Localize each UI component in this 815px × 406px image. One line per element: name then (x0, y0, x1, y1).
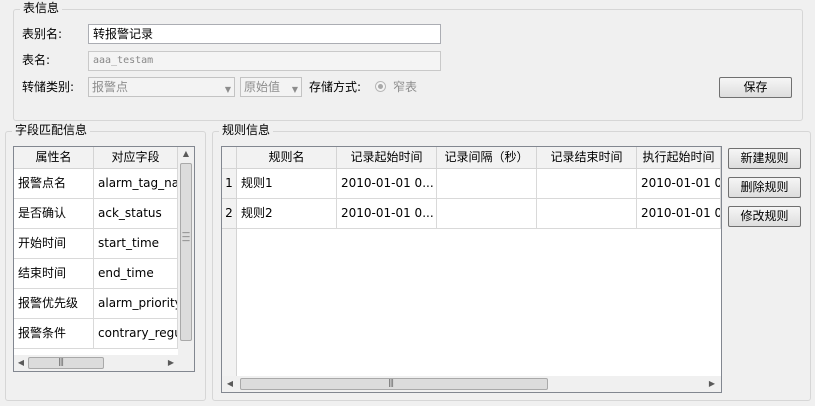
field-match-title: 字段匹配信息 (12, 123, 91, 137)
value-select-value: 原始值 (244, 80, 281, 94)
storage-radio (375, 81, 386, 92)
table-cell[interactable] (437, 199, 537, 229)
scrollbar-thumb[interactable] (240, 378, 548, 390)
scroll-left-icon[interactable]: ◀ (225, 379, 235, 388)
table-cell[interactable]: 开始时间 (14, 229, 94, 259)
grip-icon: ||| (58, 357, 64, 366)
table-cell[interactable] (537, 169, 637, 199)
table-cell[interactable]: 规则1 (237, 169, 337, 199)
table-cell[interactable]: 2010-01-01 0... (337, 199, 437, 229)
column-header[interactable]: 执行起始时间 (637, 147, 721, 169)
table-cell[interactable]: 2010-01-01 0... (637, 169, 721, 199)
table-cell[interactable]: 2010-01-01 0... (637, 199, 721, 229)
table-cell[interactable]: start_time (94, 229, 178, 259)
table-cell[interactable]: 2010-01-01 0... (337, 169, 437, 199)
row-number[interactable]: 1 (222, 169, 237, 199)
column-header[interactable]: 记录结束时间 (537, 147, 637, 169)
row-header-strip (222, 229, 237, 376)
name-input: aaa_testam (88, 51, 441, 71)
name-label: 表名: (22, 53, 51, 67)
vertical-scrollbar[interactable]: ▲ — — — (178, 147, 194, 355)
column-header[interactable]: 属性名 (14, 147, 94, 169)
grip-icon: ||| (388, 378, 394, 387)
table-cell[interactable]: end_time (94, 259, 178, 289)
table-cell[interactable]: 结束时间 (14, 259, 94, 289)
field-match-table: 属性名 对应字段 报警点名 alarm_tag_na... 是否确认 ack_s… (13, 146, 195, 372)
table-info-title: 表信息 (20, 1, 63, 15)
table-cell[interactable]: 报警条件 (14, 319, 94, 349)
alias-input[interactable]: 转报警记录 (88, 24, 441, 44)
scrollbar-thumb[interactable] (180, 163, 192, 341)
column-header[interactable]: 规则名 (237, 147, 337, 169)
row-number[interactable]: 2 (222, 199, 237, 229)
corner-header (222, 147, 237, 169)
table-cell[interactable]: contrary_regu (94, 319, 178, 349)
table-cell[interactable]: ack_status (94, 199, 178, 229)
type-select: 报警点 ▼ (88, 77, 235, 97)
column-header[interactable]: 记录间隔（秒） (437, 147, 537, 169)
scroll-left-icon[interactable]: ◀ (16, 358, 26, 367)
table-cell[interactable] (437, 169, 537, 199)
table-cell[interactable]: 报警点名 (14, 169, 94, 199)
save-button[interactable]: 保存 (719, 77, 792, 98)
table-cell[interactable]: 报警优先级 (14, 289, 94, 319)
horizontal-scrollbar[interactable]: ◀ ||| ▶ (14, 355, 178, 371)
column-header[interactable]: 记录起始时间 (337, 147, 437, 169)
value-select: 原始值 ▼ (240, 77, 302, 97)
table-cell[interactable]: 规则2 (237, 199, 337, 229)
modify-rule-button[interactable]: 修改规则 (728, 206, 801, 227)
storage-label: 存储方式: (309, 80, 362, 94)
table-cell[interactable]: 是否确认 (14, 199, 94, 229)
new-rule-button[interactable]: 新建规则 (728, 148, 801, 169)
table-cell[interactable] (537, 199, 637, 229)
column-header[interactable]: 对应字段 (94, 147, 178, 169)
table-cell[interactable]: alarm_tag_na... (94, 169, 178, 199)
alias-label: 表别名: (22, 27, 63, 41)
scroll-right-icon[interactable]: ▶ (707, 379, 717, 388)
scrollbar-thumb[interactable] (28, 357, 104, 369)
scroll-corner (178, 355, 194, 371)
type-select-value: 报警点 (92, 80, 129, 94)
rule-table: 规则名 记录起始时间 记录间隔（秒） 记录结束时间 执行起始时间 1 规则1 2… (221, 146, 722, 393)
delete-rule-button[interactable]: 删除规则 (728, 177, 801, 198)
scroll-right-icon[interactable]: ▶ (166, 358, 176, 367)
table-cell[interactable]: alarm_priority (94, 289, 178, 319)
rule-info-title: 规则信息 (219, 123, 274, 137)
horizontal-scrollbar[interactable]: ◀ ||| ▶ (222, 376, 721, 392)
type-label: 转储类别: (22, 80, 75, 94)
storage-option-label: 窄表 (393, 80, 418, 94)
chevron-down-icon: ▼ (291, 85, 298, 94)
scroll-up-icon[interactable]: ▲ (178, 149, 194, 158)
chevron-down-icon: ▼ (224, 85, 231, 94)
grip-icon: — — — (182, 228, 190, 245)
